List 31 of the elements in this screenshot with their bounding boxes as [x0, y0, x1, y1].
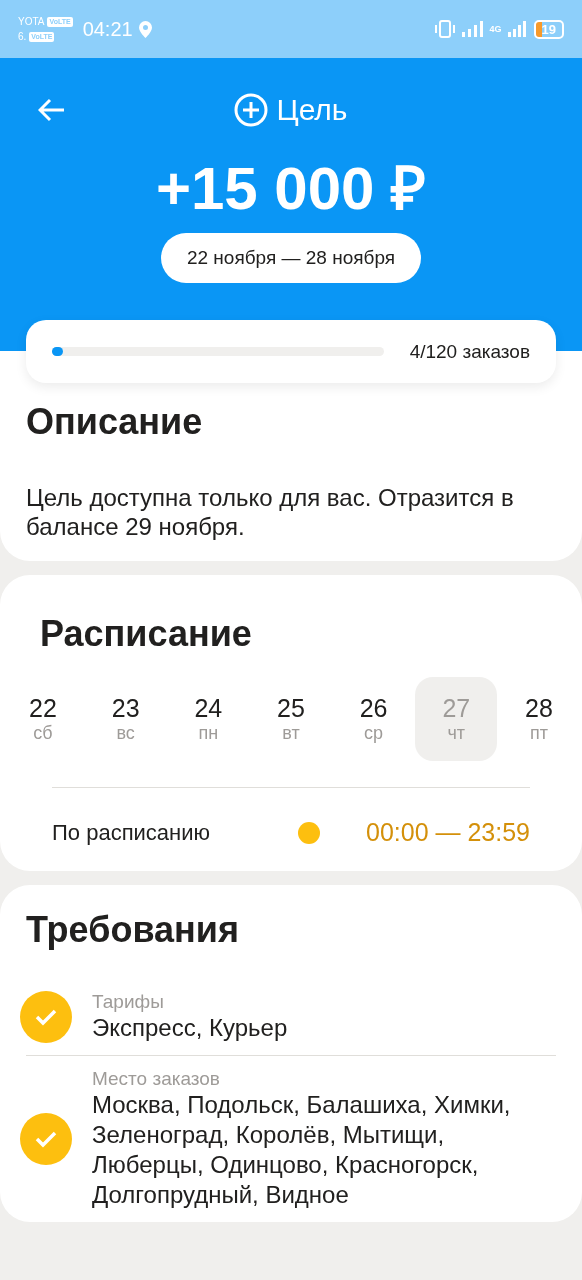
plus-circle-icon: [234, 93, 269, 127]
section-title: Требования: [25, 909, 240, 951]
battery-indicator: 19: [533, 19, 564, 39]
vibrate-icon: [433, 20, 456, 38]
section-title: Описание: [26, 401, 204, 443]
day-tab[interactable]: 24 пн: [167, 677, 250, 761]
requirement-value: Москва, Подольск, Балашиха, Химки, Зеленоград, Королёв, Мытищи, Люберцы, Одинцово, Красногорск, Долгопрудный, Видное: [92, 1090, 512, 1210]
day-tab[interactable]: 25 вт: [249, 677, 332, 761]
day-tab[interactable]: 22 сб: [2, 677, 84, 761]
requirement-value: Экспресс, Курьер: [92, 1013, 288, 1043]
back-arrow-icon[interactable]: [38, 98, 66, 122]
day-tab[interactable]: 28 пт: [497, 677, 580, 761]
signal-icon: [461, 21, 484, 37]
day-tab[interactable]: 23 вс: [84, 677, 167, 761]
goal-amount: +15 000 ₽: [155, 154, 427, 224]
screen-title: Цель: [276, 93, 348, 127]
carrier-name: 6.: [18, 30, 27, 44]
time-range: 00:00 — 23:59: [366, 818, 530, 847]
carrier-name: YOTA: [18, 15, 45, 29]
progress-reading: 4/120 заказов: [409, 340, 530, 363]
requirement-label: Тарифы: [92, 991, 165, 1013]
description-text: Цель доступна только для вас. Отразится в балансе 29 ноября.: [26, 483, 515, 541]
location-icon: [138, 20, 152, 38]
clock: 04:21: [82, 17, 133, 41]
day-tab[interactable]: 26 ср: [332, 677, 415, 761]
requirement-label: Место заказов: [92, 1068, 221, 1090]
schedule-label: По расписанию: [52, 819, 211, 846]
network-label: 4G: [489, 24, 502, 34]
section-title: Расписание: [39, 613, 253, 655]
period-badge: 22 ноября — 28 ноября: [160, 233, 422, 283]
signal-icon: [507, 21, 528, 37]
